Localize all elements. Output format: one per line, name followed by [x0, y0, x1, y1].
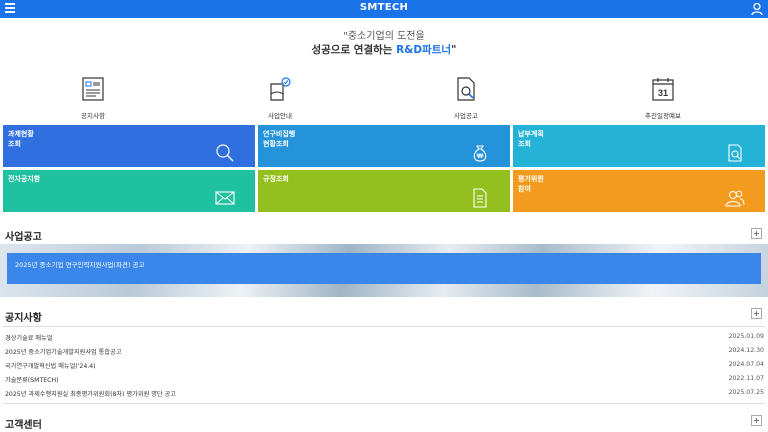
business-notice-text: 2025년 중소기업 연구인력지원사업(파견) 공고	[15, 261, 145, 269]
business-notice-banner: 2025년 중소기업 연구인력지원사업(파견) 공고	[0, 244, 768, 297]
tile-evaluator-participation[interactable]: 평가위원 참여	[513, 170, 765, 212]
tile-label-line2: 참여	[518, 185, 531, 193]
notice-title: 경상기술료 매뉴얼	[5, 335, 53, 342]
quick-link-label: 추진일정예보	[645, 112, 681, 120]
notice-date: 2022.11.07	[728, 375, 764, 382]
top-bar: SMTECH	[0, 0, 768, 18]
notice-date: 2025.01.09	[728, 333, 764, 340]
tile-label-line1: 규정조회	[263, 175, 289, 183]
tile-e-notice-box[interactable]: 전자공지함	[3, 170, 255, 212]
svg-text:₩: ₩	[477, 153, 484, 160]
tile-payment-plan[interactable]: 납부계획 조회	[513, 125, 765, 167]
quick-link-label: 사업공고	[454, 112, 478, 120]
people-icon	[725, 190, 745, 207]
user-icon[interactable]	[751, 2, 763, 16]
business-notice-item[interactable]: 2025년 중소기업 연구인력지원사업(파견) 공고	[7, 253, 761, 284]
notice-title: 기술분류(SMTECH)	[5, 377, 59, 384]
tile-label-line1: 과제현황	[8, 130, 34, 138]
more-notices-plus-icon[interactable]	[751, 308, 762, 319]
more-business-notice-plus-icon[interactable]	[751, 228, 762, 239]
document-search-icon	[728, 144, 742, 162]
calendar-day: 31	[658, 88, 668, 98]
section-title-business-notice: 사업공고	[5, 232, 42, 243]
quick-link-business-guide[interactable]: 사업안내	[240, 76, 320, 120]
tile-regulations[interactable]: 규정조회	[258, 170, 510, 212]
tile-research-funds[interactable]: 연구비집행 현황조회 ₩	[258, 125, 510, 167]
slogan-highlight: R&D파트너	[396, 44, 452, 56]
tile-label-line2: 조회	[8, 140, 21, 148]
quick-link-notice[interactable]: 공지사항	[53, 76, 133, 120]
quick-link-schedule[interactable]: 31 추진일정예보	[623, 76, 703, 120]
section-title-notices: 공지사항	[5, 313, 42, 324]
tile-label-line2: 현황조회	[263, 140, 289, 148]
tile-label-line1: 전자공지함	[8, 175, 41, 183]
notice-title: 2025년 과제수행지원실 최종평가위원회(8차) 평가위원 명단 공고	[5, 391, 176, 398]
tile-label-line1: 납부계획	[518, 130, 544, 138]
calendar-icon: 31	[652, 78, 674, 101]
app-title: SMTECH	[359, 2, 409, 13]
notice-row[interactable]: 2025년 과제수행지원실 최종평가위원회(8차) 평가위원 명단 공고 202…	[0, 386, 768, 400]
notice-date: 2024.12.30	[728, 347, 764, 354]
search-icon	[216, 144, 234, 162]
quick-link-label: 사업안내	[268, 112, 292, 120]
tile-label-line2: 조회	[518, 140, 531, 148]
quick-link-announcement[interactable]: 사업공고	[426, 76, 506, 120]
notice-date: 2025.07.25	[728, 389, 764, 396]
announcement-search-icon	[457, 77, 475, 101]
notices-divider	[3, 326, 765, 327]
tile-label-line1: 평가위원	[518, 175, 544, 183]
notices-bottom-divider	[3, 403, 765, 404]
notice-row[interactable]: 국가연구개발혁신법 매뉴얼('24.4) 2024.07.04	[0, 358, 768, 372]
slogan-line2: 성공으로 연결하는 R&D파트너"	[0, 43, 768, 58]
notice-date: 2024.07.04	[728, 361, 764, 368]
business-guide-icon	[270, 77, 291, 101]
document-icon	[473, 188, 487, 208]
envelope-icon	[215, 191, 235, 205]
notice-title: 국가연구개발혁신법 매뉴얼('24.4)	[5, 363, 96, 370]
notice-row[interactable]: 기술분류(SMTECH) 2022.11.07	[0, 372, 768, 386]
money-bag-icon: ₩	[473, 145, 487, 162]
quick-link-label: 공지사항	[81, 112, 105, 120]
tile-project-status[interactable]: 과제현황 조회	[3, 125, 255, 167]
slogan: "중소기업의 도전을 성공으로 연결하는 R&D파트너"	[0, 30, 768, 58]
notice-title: 2025년 중소기업기술개발지원사업 통합공고	[5, 349, 122, 356]
more-customer-center-plus-icon[interactable]	[751, 415, 762, 426]
notice-row[interactable]: 경상기술료 매뉴얼 2025.01.09	[0, 330, 768, 344]
slogan-line2-prefix: 성공으로 연결하는	[311, 44, 397, 56]
notice-row[interactable]: 2025년 중소기업기술개발지원사업 통합공고 2024.12.30	[0, 344, 768, 358]
slogan-line1: "중소기업의 도전을	[343, 31, 425, 42]
slogan-line2-suffix: "	[451, 44, 457, 56]
notice-board-icon	[82, 77, 104, 101]
section-title-customer-center: 고객센터	[5, 420, 42, 431]
tile-label-line1: 연구비집행	[263, 130, 296, 138]
